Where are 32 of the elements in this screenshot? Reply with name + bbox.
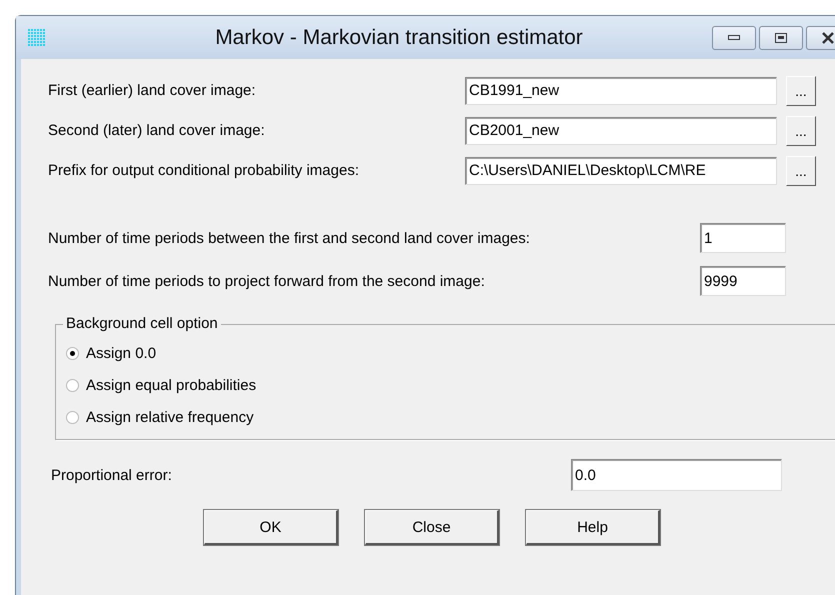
browse-button[interactable]: ... [786, 156, 816, 186]
field-label: Proportional error: [50, 466, 173, 484]
field-label: Number of time periods between the first and second land cover images: [48, 230, 531, 246]
minimize-button[interactable] [712, 26, 756, 50]
input-field[interactable]: CB1991_new [465, 76, 777, 104]
field-label: Second (later) land cover image: [48, 122, 266, 139]
dialog-button[interactable]: OK [204, 510, 338, 545]
maximize-icon [775, 32, 787, 42]
radio-button[interactable] [66, 410, 79, 424]
dialog-button[interactable]: Help [526, 510, 660, 545]
dialog-button[interactable]: Close [365, 510, 499, 545]
field-label: Prefix for output conditional probability images: [48, 162, 360, 179]
input-field[interactable]: 9999 [700, 266, 786, 296]
group-title: Background cell option [63, 315, 221, 332]
field-label: First (earlier) land cover image: [48, 82, 257, 99]
radio-button[interactable] [66, 378, 79, 392]
field-label: Number of time periods to project forward from the second image: [48, 272, 486, 290]
input-field[interactable]: C:\Users\DANIEL\Desktop\LCM\RE [465, 156, 777, 184]
input-field[interactable]: 1 [700, 223, 786, 253]
window-title: Markov - Markovian transition estimator [214, 26, 584, 50]
browse-button[interactable]: ... [786, 76, 816, 106]
browse-button[interactable]: ... [786, 116, 816, 146]
option-label: Assign 0.0 [86, 344, 156, 362]
close-icon [821, 32, 835, 44]
radio-button[interactable] [66, 346, 79, 360]
option-label: Assign equal probabilities [86, 376, 256, 394]
maximize-button[interactable] [759, 26, 803, 50]
option-label: Assign relative frequency [86, 408, 254, 426]
input-field[interactable]: 0.0 [571, 459, 782, 491]
app-icon [28, 28, 46, 46]
minimize-icon [728, 35, 740, 40]
input-field[interactable]: CB2001_new [465, 116, 777, 144]
